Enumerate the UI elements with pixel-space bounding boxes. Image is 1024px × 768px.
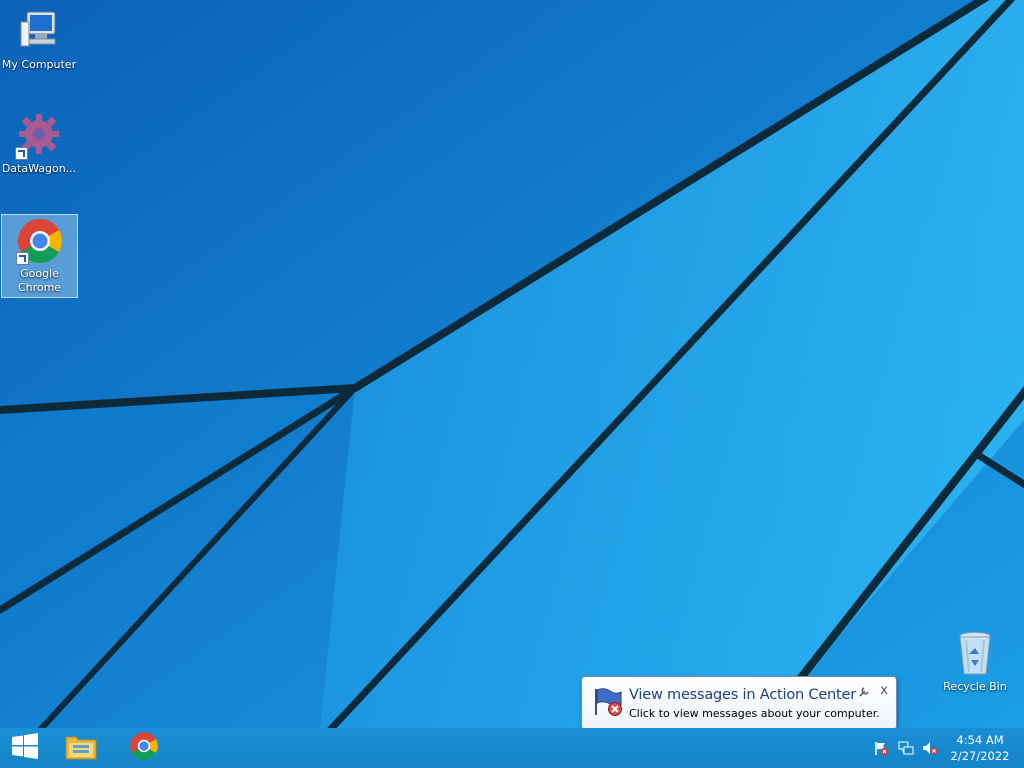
chrome-icon bbox=[129, 731, 159, 765]
options-wrench-icon[interactable] bbox=[858, 683, 870, 697]
taskbar-chrome-button[interactable] bbox=[119, 728, 169, 768]
notification-body: Click to view messages about your comput… bbox=[629, 707, 880, 720]
desktop-icon-datawagon[interactable]: DataWagon... bbox=[1, 112, 77, 182]
desktop-icon-label: Recycle Bin bbox=[943, 680, 1007, 693]
wallpaper bbox=[0, 0, 1024, 728]
taskbar-file-explorer-button[interactable] bbox=[56, 728, 106, 768]
desktop-icon-label: Google Chrome bbox=[17, 267, 62, 294]
taskbar-clock[interactable]: 4:54 AM 2/27/2022 bbox=[950, 732, 1010, 764]
chrome-icon bbox=[15, 217, 64, 265]
gear-icon bbox=[15, 112, 63, 160]
clock-time: 4:54 AM bbox=[956, 733, 1004, 747]
action-center-notification[interactable]: View messages in Action Center Click to … bbox=[581, 676, 897, 730]
action-center-flag-icon[interactable] bbox=[873, 740, 889, 756]
notification-close-button[interactable]: x bbox=[880, 683, 888, 698]
volume-muted-icon[interactable] bbox=[922, 740, 938, 756]
desktop[interactable]: My Computer DataWagon... Google Chrome R… bbox=[0, 0, 1024, 728]
desktop-icon-my-computer[interactable]: My Computer bbox=[1, 8, 77, 78]
shortcut-arrow-icon bbox=[15, 147, 28, 160]
recycle-bin-icon bbox=[951, 630, 999, 678]
windows-logo-icon bbox=[12, 733, 38, 763]
notification-title: View messages in Action Center bbox=[629, 687, 856, 703]
network-icon[interactable] bbox=[898, 740, 914, 756]
shortcut-arrow-icon bbox=[15, 252, 29, 265]
desktop-icon-recycle-bin[interactable]: Recycle Bin bbox=[937, 630, 1013, 700]
action-center-flag-icon bbox=[592, 685, 624, 717]
desktop-icon-label: DataWagon... bbox=[1, 162, 77, 175]
clock-date: 2/27/2022 bbox=[950, 749, 1010, 763]
start-button[interactable] bbox=[0, 728, 50, 768]
folder-icon bbox=[64, 731, 98, 765]
taskbar: 4:54 AM 2/27/2022 bbox=[0, 728, 1024, 768]
computer-icon bbox=[15, 8, 63, 56]
desktop-icon-google-chrome[interactable]: Google Chrome bbox=[1, 214, 78, 298]
desktop-icon-label: My Computer bbox=[1, 58, 77, 71]
